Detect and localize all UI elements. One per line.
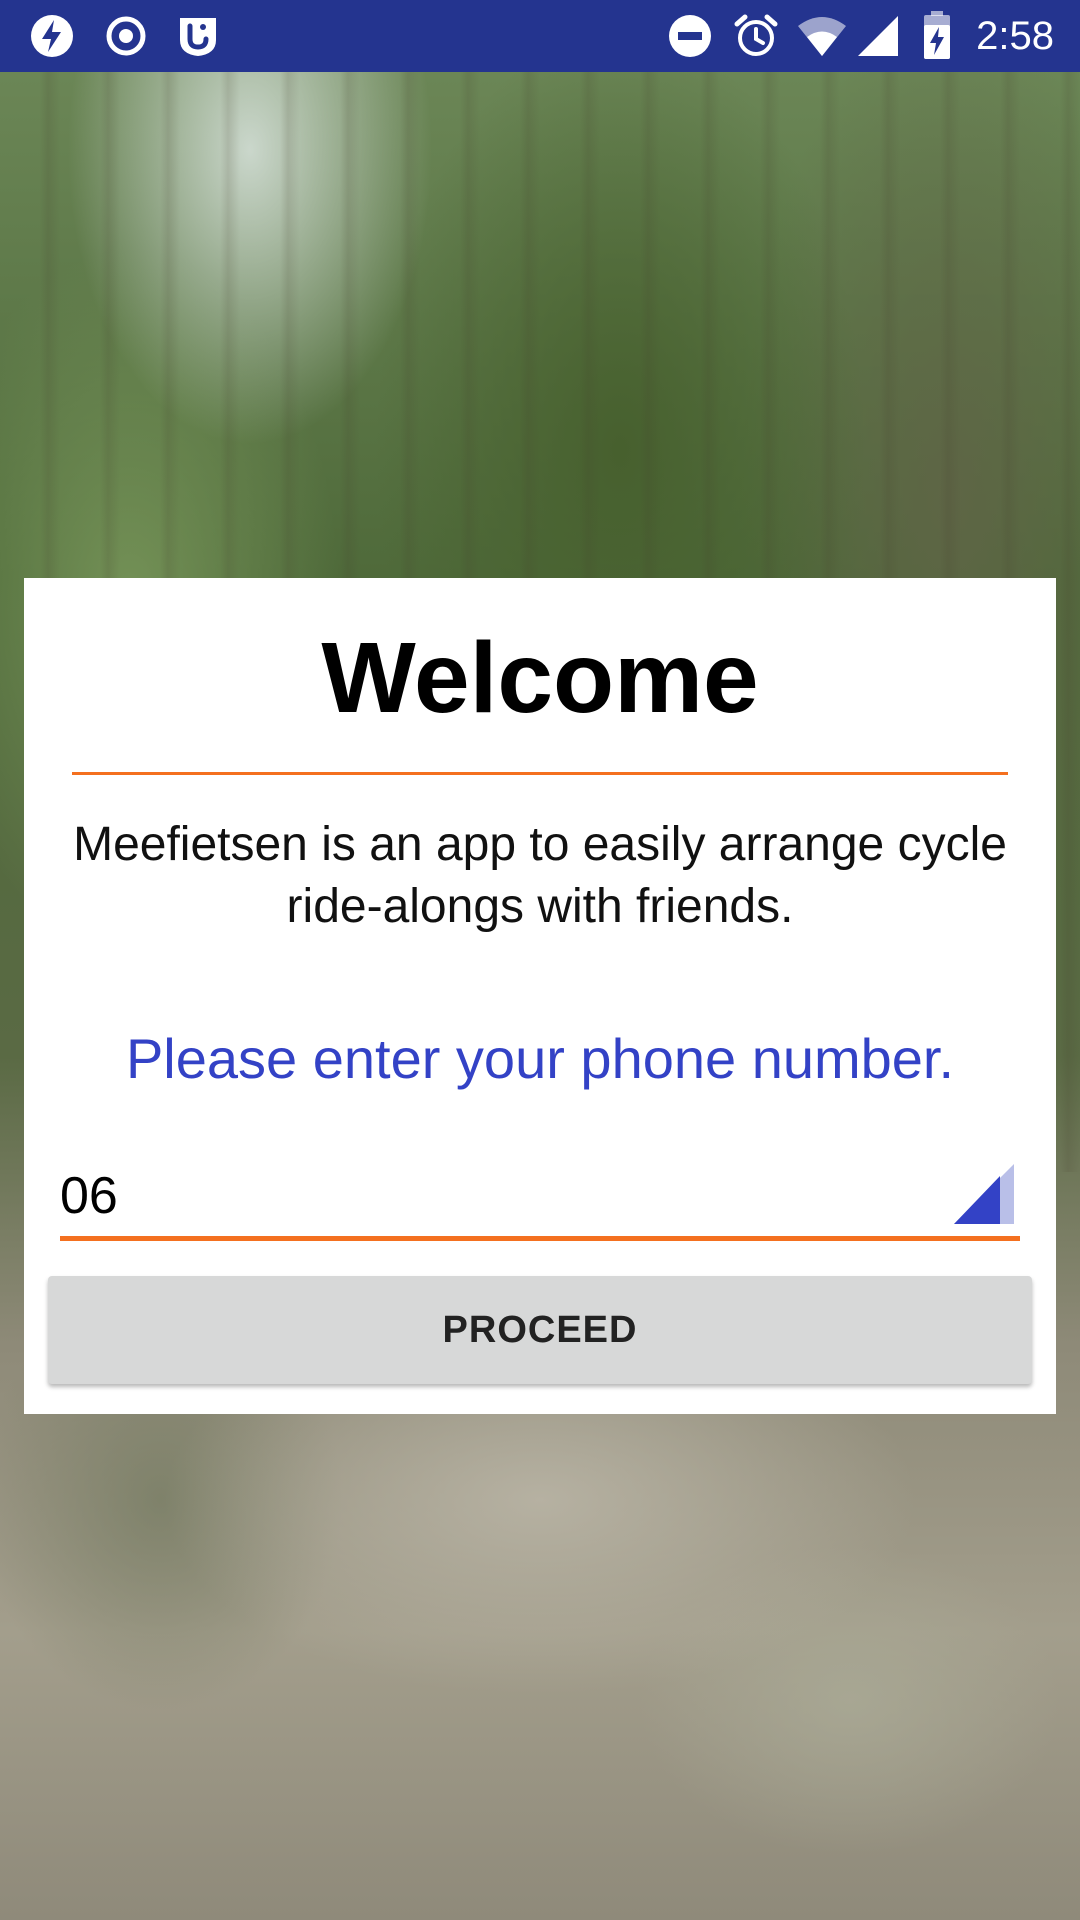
app-description: Meefietsen is an app to easily arrange c… xyxy=(73,818,1007,933)
proceed-button[interactable]: PROCEED xyxy=(48,1276,1032,1384)
welcome-title: Welcome xyxy=(321,622,759,734)
phone-number-field[interactable] xyxy=(60,1156,1020,1241)
phone-number-input[interactable] xyxy=(60,1156,940,1236)
welcome-card: Welcome Meefietsen is an app to easily a… xyxy=(24,578,1056,1414)
status-time: 2:58 xyxy=(976,14,1054,58)
dropdown-corner-icon xyxy=(954,1164,1014,1224)
phone-prompt: Please enter your phone number. xyxy=(125,1027,955,1090)
flash-icon xyxy=(30,14,74,58)
status-bar: 2:58 xyxy=(0,0,1080,72)
shield-app-icon xyxy=(176,14,220,58)
signal-icon xyxy=(856,14,900,58)
alarm-icon xyxy=(732,14,780,58)
title-divider xyxy=(72,772,1008,775)
app-screen: 2:58 Welcome Meefietsen is an app to eas… xyxy=(0,0,1080,1920)
wifi-icon xyxy=(796,14,848,58)
do-not-disturb-icon xyxy=(668,14,712,58)
battery-charging-icon xyxy=(922,11,952,59)
record-icon xyxy=(104,14,148,58)
